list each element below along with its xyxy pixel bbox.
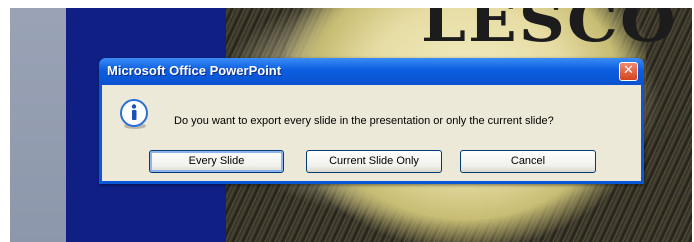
dialog-body: Do you want to export every slide in the… [102,85,641,181]
desktop-background [10,8,66,242]
dialog-titlebar[interactable]: Microsoft Office PowerPoint ✕ [99,58,644,85]
close-button[interactable]: ✕ [619,62,638,81]
dialog-message: Do you want to export every slide in the… [174,115,554,127]
photo-brand-text: LESCO [421,8,678,56]
current-slide-only-button[interactable]: Current Slide Only [306,150,442,173]
export-dialog: Microsoft Office PowerPoint ✕ Do you wan… [99,58,644,184]
dialog-title: Microsoft Office PowerPoint [107,63,282,78]
close-icon: ✕ [623,63,634,78]
every-slide-button[interactable]: Every Slide [149,150,284,173]
info-icon [120,99,148,129]
cancel-button[interactable]: Cancel [460,150,596,173]
